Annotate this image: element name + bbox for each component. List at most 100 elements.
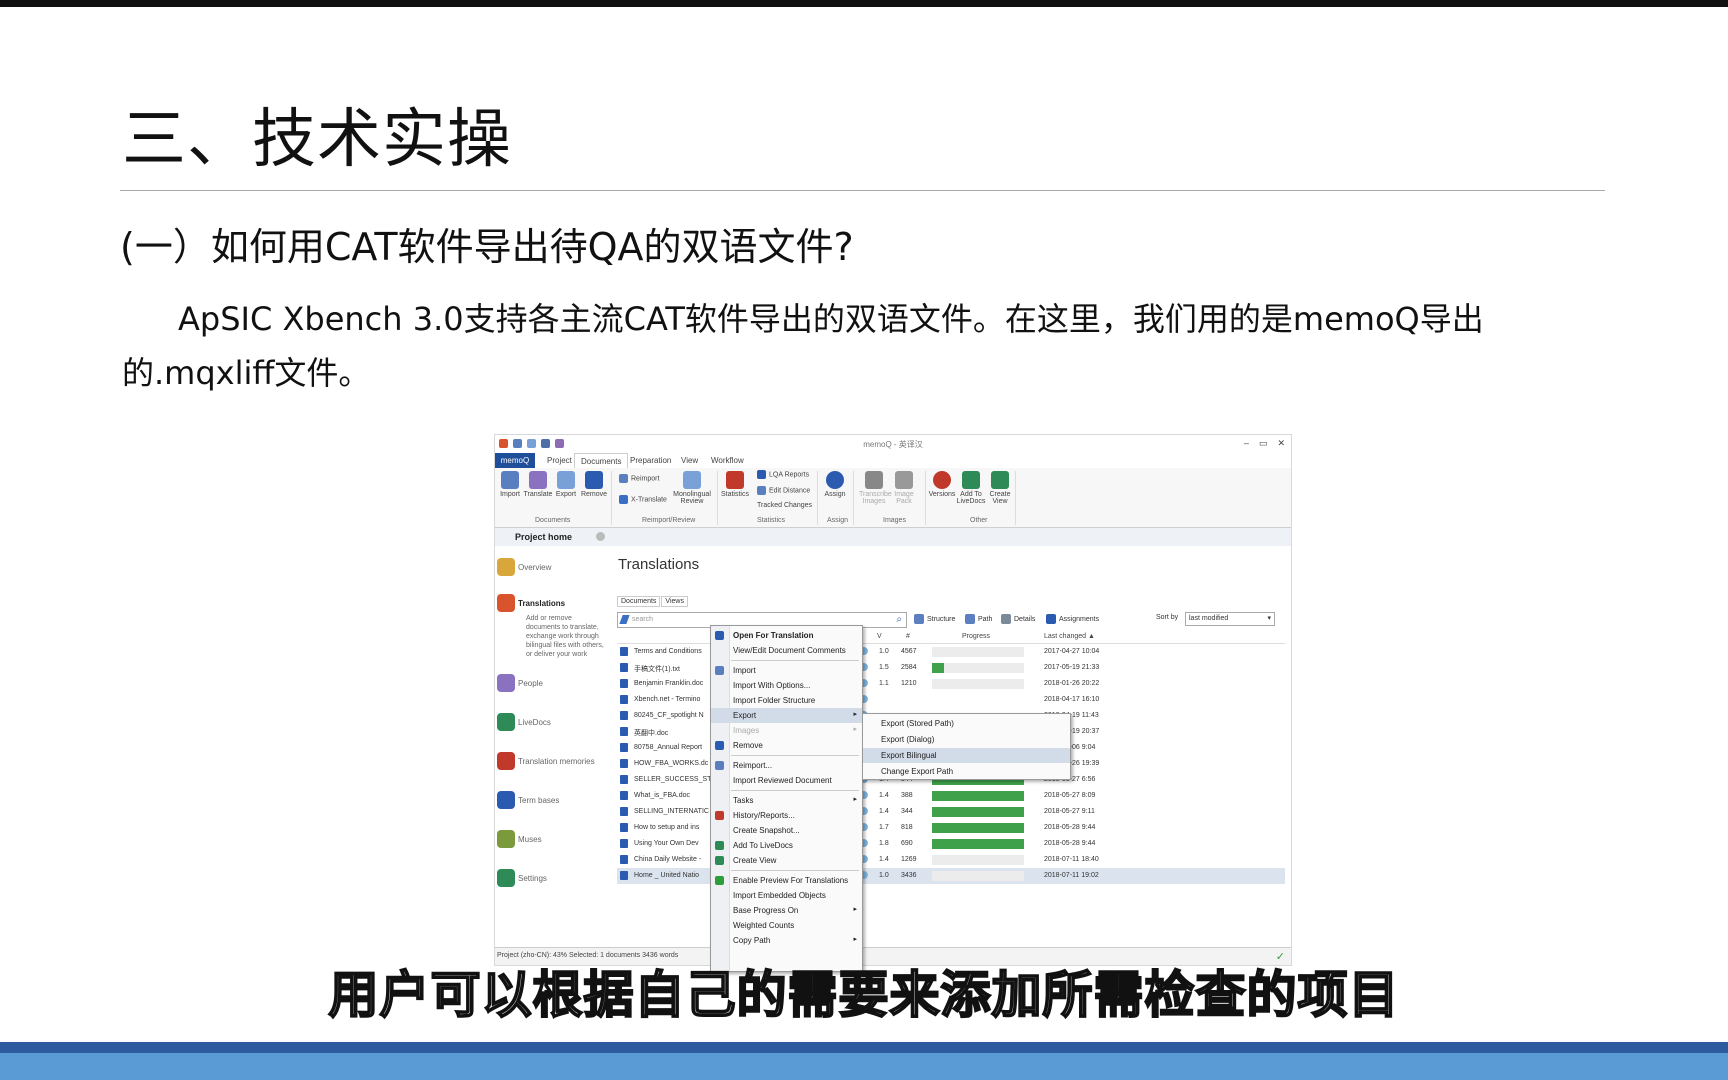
menu-item-label: Enable Preview For Translations xyxy=(733,876,849,885)
remove-button[interactable]: Remove xyxy=(579,471,609,498)
menu-item-label: Export (Stored Path) xyxy=(881,719,954,728)
tab-documents[interactable]: Documents xyxy=(574,453,629,469)
menu-separator xyxy=(731,870,859,871)
menu-item-import[interactable]: Import xyxy=(711,663,862,678)
pane-title: Translations xyxy=(618,556,700,573)
ribbon-group-other: Other xyxy=(970,517,988,524)
translations-description: Add or remove documents to translate, ex… xyxy=(526,615,604,658)
image-pack-icon xyxy=(895,471,913,489)
assignments-toggle[interactable]: Assignments xyxy=(1046,614,1099,624)
title-divider xyxy=(120,190,1605,191)
memoq-screenshot: memoQ - 英译汉 – ▭ ✕ memoQ Project Document… xyxy=(494,434,1292,966)
menu-item-base-progress-on[interactable]: Base Progress On ▸ xyxy=(711,903,862,918)
termbase-icon xyxy=(497,791,515,809)
menu-item-label: Create Snapshot... xyxy=(733,826,800,835)
submenu-item-export-dialog[interactable]: Export (Dialog) xyxy=(863,732,1070,747)
pencil-icon xyxy=(619,615,630,624)
menu-item-import-reviewed-document[interactable]: Import Reviewed Document xyxy=(711,773,862,788)
tab-view[interactable]: View xyxy=(681,456,698,465)
transcribe-images-button[interactable]: Transcribe Images xyxy=(859,471,892,505)
search-icon[interactable]: ⌕ xyxy=(896,614,902,625)
menu-item-label: Import xyxy=(733,666,756,675)
image-pack-button[interactable]: Image Pack xyxy=(889,471,919,505)
progress-bar xyxy=(932,663,1024,673)
progress-bar xyxy=(932,791,1024,801)
menu-item-import-embedded-objects[interactable]: Import Embedded Objects xyxy=(711,888,862,903)
sort-select[interactable]: last modified ▾ xyxy=(1185,612,1275,626)
doc-version: 1.0 xyxy=(879,872,889,879)
versions-button[interactable]: Versions xyxy=(927,471,957,498)
x-translate-button[interactable]: X-Translate xyxy=(619,495,667,504)
export-button[interactable]: Export xyxy=(551,471,581,498)
menu-item-export[interactable]: Export ▸ xyxy=(711,708,862,723)
statistics-button[interactable]: Statistics xyxy=(719,471,751,498)
subtab-views[interactable]: Views xyxy=(661,596,688,607)
doc-name: 80758_Annual Report xyxy=(634,744,703,751)
progress-bar xyxy=(932,871,1024,881)
subtab-documents[interactable]: Documents xyxy=(617,596,661,607)
tab-memoq[interactable]: memoQ xyxy=(495,453,535,468)
menu-item-label: Change Export Path xyxy=(881,767,954,776)
project-home-header[interactable]: Project home xyxy=(495,528,612,546)
menu-item-create-view[interactable]: Create View xyxy=(711,853,862,868)
menu-item-enable-preview-for-translations[interactable]: Enable Preview For Translations xyxy=(711,873,862,888)
menu-item-add-to-livedocs[interactable]: Add To LiveDocs xyxy=(711,838,862,853)
menu-item-reimport[interactable]: Reimport... xyxy=(711,758,862,773)
submenu-item-change-export-path[interactable]: Change Export Path xyxy=(863,764,1070,779)
col-version[interactable]: V xyxy=(877,633,882,640)
menu-item-remove[interactable]: Remove xyxy=(711,738,862,753)
trash-icon xyxy=(585,471,603,489)
lqa-reports-button[interactable]: LQA Reports xyxy=(757,470,809,479)
menu-item-copy-path[interactable]: Copy Path ▸ xyxy=(711,933,862,948)
muses-icon xyxy=(497,830,515,848)
edit-distance-icon xyxy=(757,486,766,495)
maximize-button[interactable]: ▭ xyxy=(1259,438,1268,449)
body-paragraph: ApSIC Xbench 3.0支持各主流CAT软件导出的双语文件。在这里，我们… xyxy=(122,300,1484,392)
add-to-livedocs-button[interactable]: Add To LiveDocs xyxy=(956,471,986,505)
tab-preparation[interactable]: Preparation xyxy=(630,456,671,465)
path-toggle[interactable]: Path xyxy=(965,614,992,624)
menu-item-open-for-translation[interactable]: Open For Translation xyxy=(711,628,862,643)
menu-item-import-with-options[interactable]: Import With Options... xyxy=(711,678,862,693)
ribbon-group-documents: Documents xyxy=(535,517,571,524)
menu-item-label: Import With Options... xyxy=(733,681,811,690)
menu-item-weighted-counts[interactable]: Weighted Counts xyxy=(711,918,862,933)
doc-version: 1.8 xyxy=(879,840,889,847)
progress-fill xyxy=(932,823,1024,833)
submenu-item-export-bilingual[interactable]: Export Bilingual xyxy=(863,748,1070,763)
doc-version: 1.1 xyxy=(879,680,889,687)
pin-icon[interactable] xyxy=(596,532,605,541)
details-toggle[interactable]: Details xyxy=(1001,614,1035,624)
x-translate-icon xyxy=(619,495,628,504)
assign-button[interactable]: Assign xyxy=(820,471,850,498)
tab-project[interactable]: Project xyxy=(547,456,572,465)
memoq-titlebar: memoQ - 英译汉 – ▭ ✕ xyxy=(495,435,1291,453)
menu-item-history-reports[interactable]: History/Reports... xyxy=(711,808,862,823)
menu-item-create-snapshot[interactable]: Create Snapshot... xyxy=(711,823,862,838)
doc-name: 80245_CF_spotlight N xyxy=(634,712,704,719)
import-button[interactable]: Import xyxy=(495,471,525,498)
tab-workflow[interactable]: Workflow xyxy=(711,456,744,465)
doc-word-count: 1269 xyxy=(901,856,917,863)
close-button[interactable]: ✕ xyxy=(1277,438,1285,449)
col-progress[interactable]: Progress xyxy=(962,633,990,640)
structure-toggle[interactable]: Structure xyxy=(914,614,955,624)
menu-item-images: Images ▸ xyxy=(711,723,862,738)
minimize-button[interactable]: – xyxy=(1244,438,1249,449)
col-count[interactable]: # xyxy=(906,633,910,640)
menu-item-import-folder-structure[interactable]: Import Folder Structure xyxy=(711,693,862,708)
export-icon xyxy=(557,471,575,489)
col-last-changed[interactable]: Last changed ▲ xyxy=(1044,633,1095,640)
monolingual-review-button[interactable]: Monolingual Review xyxy=(673,471,711,505)
project-home-nav: Project home Overview Translations Add or… xyxy=(495,528,613,928)
menu-item-tasks[interactable]: Tasks ▸ xyxy=(711,793,862,808)
tracked-changes-button[interactable]: Tracked Changes xyxy=(757,502,812,509)
menu-item-label: Reimport... xyxy=(733,761,773,770)
reimport-button[interactable]: Reimport xyxy=(619,474,659,483)
edit-distance-button[interactable]: Edit Distance xyxy=(757,486,810,495)
pane-subtabs: Documents Views xyxy=(617,596,689,607)
create-view-button[interactable]: Create View xyxy=(985,471,1015,505)
translate-button[interactable]: Translate xyxy=(523,471,553,498)
submenu-item-export-stored-path[interactable]: Export (Stored Path) xyxy=(863,716,1070,731)
menu-item-view-edit-document-comments[interactable]: View/Edit Document Comments xyxy=(711,643,862,658)
